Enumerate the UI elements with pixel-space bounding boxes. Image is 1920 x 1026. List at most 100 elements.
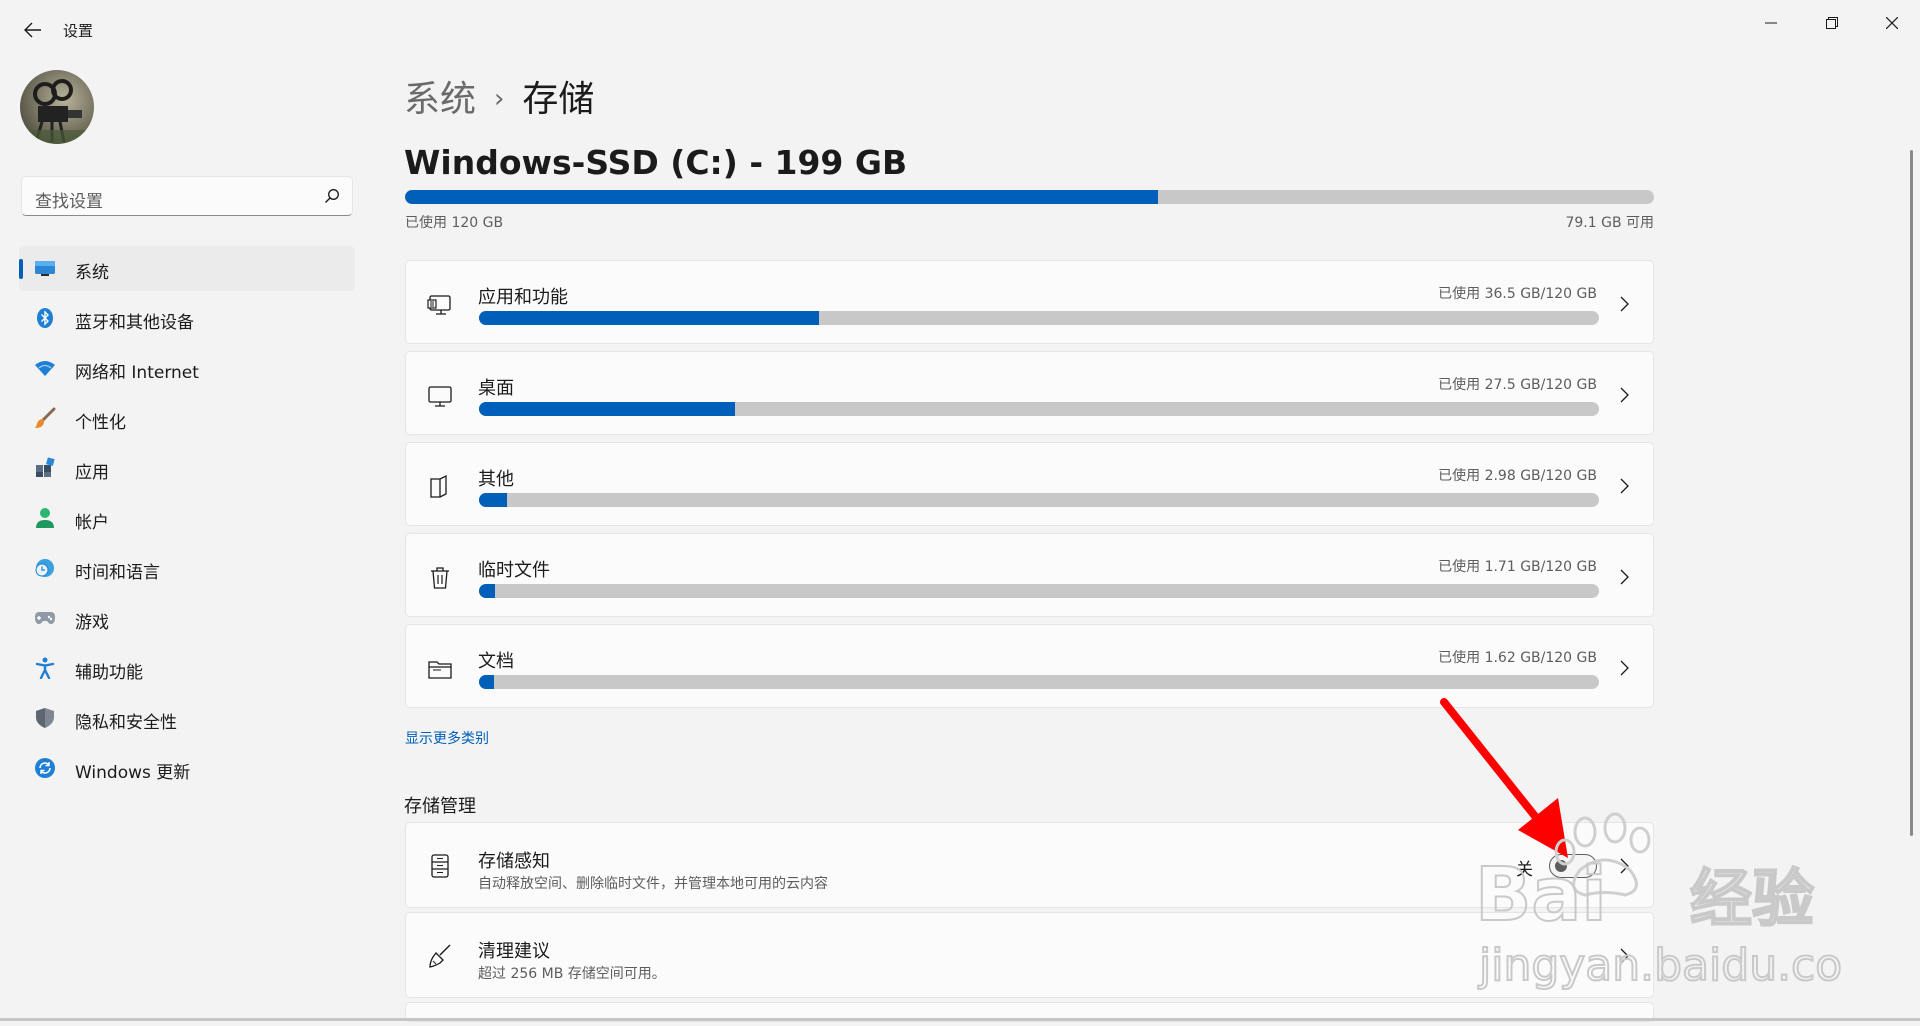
person-icon [34, 507, 56, 529]
show-more-categories-link[interactable]: 显示更多类别 [405, 728, 489, 748]
sidebar-item-privacy[interactable]: 隐私和安全性 [19, 696, 355, 741]
back-button[interactable] [18, 16, 48, 44]
storage-management-list: 存储感知 自动释放空间、删除临时文件，并管理本地可用的云内容 关 清理建议 超过… [405, 822, 1654, 1026]
category-usage-fill [479, 584, 495, 598]
sidebar-item-system[interactable]: 系统 [19, 246, 355, 291]
page-title: 存储 [522, 79, 595, 120]
cleanup-recommendations-description: 超过 256 MB 存储空间可用。 [478, 966, 666, 982]
category-usage-fill [479, 311, 820, 325]
desktop-icon [428, 386, 452, 407]
category-label: 临时文件 [478, 560, 550, 581]
update-icon [34, 757, 56, 779]
sidebar-item-apps[interactable]: 应用 [19, 446, 355, 491]
wifi-icon [34, 357, 56, 379]
category-usage-bar [479, 311, 1599, 325]
trash-icon [431, 567, 449, 589]
sidebar-item-label: 时间和语言 [75, 563, 160, 583]
sidebar-item-windows-update[interactable]: Windows 更新 [19, 746, 355, 791]
broom-icon [429, 944, 451, 968]
sidebar-item-label: 系统 [75, 263, 109, 283]
chevron-right-icon [1620, 478, 1629, 494]
sidebar-item-label: 辅助功能 [75, 663, 143, 683]
sidebar-item-label: 隐私和安全性 [75, 713, 177, 733]
category-label: 应用和功能 [478, 287, 568, 308]
cleanup-recommendations-title: 清理建议 [478, 941, 550, 962]
category-usage: 已使用 27.5 GB/120 GB [1438, 377, 1597, 393]
toggle-knob [1555, 860, 1567, 872]
sidebar-item-label: 蓝牙和其他设备 [75, 313, 194, 333]
drive-used-text: 已使用 120 GB [405, 215, 504, 231]
chevron-right-icon [1620, 948, 1629, 964]
category-label: 文档 [478, 651, 514, 672]
brush-icon [34, 407, 56, 429]
folder-icon [428, 661, 452, 679]
accessibility-icon [34, 657, 56, 679]
minimize-icon [1765, 22, 1777, 24]
sidebar-item-label: 帐户 [75, 513, 109, 533]
storage-sense-toggle[interactable] [1549, 854, 1597, 878]
category-usage: 已使用 1.62 GB/120 GB [1438, 650, 1597, 666]
arrow-left-icon [24, 22, 41, 38]
chevron-right-icon [1620, 387, 1629, 403]
category-usage-bar [479, 402, 1599, 416]
restore-button[interactable] [1804, 6, 1860, 40]
sidebar-item-network[interactable]: 网络和 Internet [19, 346, 355, 391]
category-usage: 已使用 2.98 GB/120 GB [1438, 468, 1597, 484]
sidebar-item-accounts[interactable]: 帐户 [19, 496, 355, 541]
drive-free-text: 79.1 GB 可用 [1565, 215, 1654, 231]
minimize-button[interactable] [1743, 6, 1799, 40]
sidebar-item-accessibility[interactable]: 辅助功能 [19, 646, 355, 691]
clock-globe-icon [34, 557, 56, 579]
breadcrumb: 系统 › 存储 [404, 70, 594, 122]
sidebar-item-label: Windows 更新 [75, 763, 191, 783]
sidebar-item-label: 网络和 Internet [75, 363, 199, 383]
user-avatar[interactable] [20, 70, 94, 144]
search-box[interactable]: 查找设置 [21, 176, 353, 216]
breadcrumb-separator: › [494, 84, 505, 114]
category-documents[interactable]: 文档 已使用 1.62 GB/120 GB [405, 624, 1654, 708]
category-usage: 已使用 1.71 GB/120 GB [1438, 559, 1597, 575]
monitor-icon [34, 257, 56, 279]
sidebar-item-bluetooth[interactable]: 蓝牙和其他设备 [19, 296, 355, 341]
close-button[interactable] [1864, 6, 1920, 40]
breadcrumb-parent[interactable]: 系统 [404, 79, 476, 120]
category-desktop[interactable]: 桌面 已使用 27.5 GB/120 GB [405, 351, 1654, 435]
sidebar-item-gaming[interactable]: 游戏 [19, 596, 355, 641]
restore-icon [1826, 17, 1838, 29]
category-usage-fill [479, 675, 494, 689]
chevron-right-icon [1620, 569, 1629, 585]
storage-sense-icon [431, 854, 449, 878]
storage-sense-row[interactable]: 存储感知 自动释放空间、删除临时文件，并管理本地可用的云内容 关 [405, 822, 1654, 908]
category-temp-files[interactable]: 临时文件 已使用 1.71 GB/120 GB [405, 533, 1654, 617]
svg-text:经验: 经验 [1690, 862, 1814, 935]
drive-usage-fill [405, 190, 1159, 204]
apps-features-icon [427, 295, 451, 315]
category-other[interactable]: 其他 已使用 2.98 GB/120 GB [405, 442, 1654, 526]
drive-usage-bar [405, 190, 1654, 204]
app-title: 设置 [63, 22, 94, 40]
vertical-scrollbar[interactable] [1910, 150, 1913, 836]
cleanup-recommendations-row[interactable]: 清理建议 超过 256 MB 存储空间可用。 [405, 912, 1654, 998]
category-label: 桌面 [478, 378, 514, 399]
storage-sense-title: 存储感知 [478, 851, 550, 872]
storage-sense-description: 自动释放空间、删除临时文件，并管理本地可用的云内容 [478, 876, 828, 892]
sidebar-item-label: 应用 [75, 463, 109, 483]
category-usage-bar [479, 584, 1599, 598]
sidebar-item-personalization[interactable]: 个性化 [19, 396, 355, 441]
sidebar-item-label: 个性化 [75, 413, 126, 433]
category-label: 其他 [478, 469, 514, 490]
storage-categories: 应用和功能 已使用 36.5 GB/120 GB 桌面 已使用 27.5 GB/… [405, 260, 1654, 715]
title-bar: 设置 [0, 0, 1920, 60]
category-usage-bar [479, 493, 1599, 507]
chevron-right-icon [1620, 660, 1629, 676]
search-input[interactable]: 查找设置 [35, 187, 103, 212]
category-usage: 已使用 36.5 GB/120 GB [1438, 286, 1597, 302]
category-usage-fill [479, 493, 507, 507]
sidebar-item-time-language[interactable]: 时间和语言 [19, 546, 355, 591]
chevron-right-icon [1620, 858, 1629, 874]
search-icon[interactable] [324, 188, 340, 204]
chevron-right-icon [1620, 296, 1629, 312]
category-apps-features[interactable]: 应用和功能 已使用 36.5 GB/120 GB [405, 260, 1654, 344]
sidebar-item-label: 游戏 [75, 613, 109, 633]
avatar-image [20, 70, 94, 144]
